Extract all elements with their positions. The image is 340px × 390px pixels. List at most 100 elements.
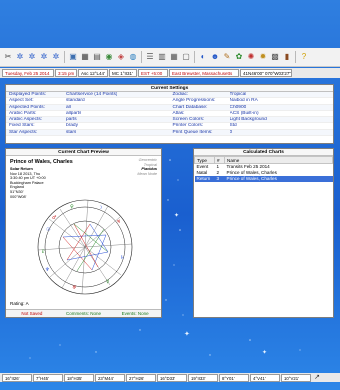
svg-text:✦: ✦ xyxy=(262,349,267,356)
setting-value: ACS (Built-in) xyxy=(229,110,259,116)
setting-value: Naibod in RA xyxy=(229,98,258,104)
book-icon[interactable]: ▮ xyxy=(282,52,292,62)
setting-label: Star Aspects: xyxy=(9,129,38,135)
setting-label: Printer Colors: xyxy=(172,123,204,129)
palette-icon[interactable]: ◈ xyxy=(116,52,126,62)
table-header-row: Type # Name xyxy=(194,156,333,164)
preview-status-bar: Not Saved Comments: None Events: None xyxy=(6,309,161,317)
svg-text:♄: ♄ xyxy=(120,255,124,261)
setting-value: allparts xyxy=(66,110,82,116)
window-icon[interactable]: ▦ xyxy=(80,52,90,62)
setting-label: Screen Colors: xyxy=(172,117,205,123)
mars-position: 27°H26' xyxy=(126,373,156,382)
setting-value: Light Background xyxy=(229,117,267,123)
coordinates-field: 41N46'00" 070°W03'27" xyxy=(240,69,292,77)
setting-label: Angle Progressions: xyxy=(172,98,216,104)
row-number: 3 xyxy=(214,175,225,182)
calendar-icon[interactable]: ▥ xyxy=(157,52,167,62)
setting-value: parts xyxy=(66,117,77,123)
setting-row[interactable]: Star Aspects: stars xyxy=(6,129,170,137)
setting-label: Aspected Points: xyxy=(9,104,45,110)
folder-icon[interactable]: ▣ xyxy=(68,52,78,62)
toolbar-divider xyxy=(64,51,65,63)
calc-title: Calculated Charts xyxy=(194,149,333,156)
chart-info-bar: Tuesday, Feb 25 2014 3:15 pm Asc 12°L44'… xyxy=(0,68,340,78)
setting-label: Displayed Points: xyxy=(9,92,47,97)
settings-left-column: Displayed Points: Chartservice (14 Points… xyxy=(6,92,170,137)
star-icon[interactable]: ✹ xyxy=(258,52,268,62)
calculated-charts-table: Type # Name Event 1 Transits Feb 25 2014… xyxy=(194,156,333,182)
row-name: Prince of Wales, Charles xyxy=(224,175,333,182)
gear-icon[interactable]: ✲ xyxy=(27,52,37,62)
toolbar-divider xyxy=(295,51,296,63)
grid-icon[interactable]: ▩ xyxy=(270,52,280,62)
jupiter-position: 16°D33' xyxy=(157,373,187,382)
chart-icon[interactable]: ◐ xyxy=(198,52,208,62)
arrow-icon[interactable]: ↗ xyxy=(312,373,322,383)
settings-right-column: Zodiac: Tropical Angle Progressions: Naibo… xyxy=(169,92,333,137)
setting-value: stars xyxy=(66,129,77,135)
setting-value: Chartservice (14 Points) xyxy=(66,92,118,97)
grid-icon[interactable]: ▤ xyxy=(92,52,102,62)
row-type: Return xyxy=(194,175,215,182)
neptune-position: 4°V41' xyxy=(250,373,280,382)
user-icon[interactable]: ☻ xyxy=(210,52,220,62)
wheel-icon[interactable]: ✺ xyxy=(246,52,256,62)
setting-value: 0 xyxy=(229,129,233,135)
globe-icon[interactable]: ◍ xyxy=(128,52,138,62)
chart-icon[interactable]: ◉ xyxy=(104,52,114,62)
chart-details: Solar Return Nov 18 2013, Thu 3:30:40 pm… xyxy=(10,167,46,199)
svg-text:☿: ☿ xyxy=(106,279,109,285)
uranus-position: 8°Y01' xyxy=(219,373,249,382)
help-icon[interactable]: ? xyxy=(299,52,309,62)
pencil-icon[interactable]: ✎ xyxy=(222,52,232,62)
gear-icon[interactable]: ✲ xyxy=(39,52,49,62)
setting-label: Chart Database: xyxy=(172,104,208,110)
chart-center: Geocentric xyxy=(138,158,157,162)
table-icon[interactable]: ▦ xyxy=(169,52,179,62)
timezone-field[interactable]: EST +5:00 xyxy=(138,69,168,77)
settings-icon[interactable]: ✿ xyxy=(234,52,244,62)
venus-position: 23°M44' xyxy=(95,373,125,382)
toolbar-divider xyxy=(194,51,195,63)
setting-label: Aspect Set: xyxy=(9,98,34,104)
svg-text:✦: ✦ xyxy=(184,330,190,338)
document-icon[interactable]: ▢ xyxy=(181,52,191,62)
chart-wheel[interactable]: ☉ ♂ ♀ ☽ ♃ ♄ ☿ ♅ ♆ ♇ xyxy=(32,197,138,297)
column-type[interactable]: Type xyxy=(194,156,215,164)
planet-positions-bar: 16°II26' 7°H45' 18°H35' 23°M44' 27°H26' … xyxy=(0,373,340,382)
column-name[interactable]: Name xyxy=(224,156,333,164)
sun-position: 16°II26' xyxy=(2,373,32,382)
gear-icon[interactable]: ✲ xyxy=(51,52,61,62)
date-field[interactable]: Tuesday, Feb 25 2014 xyxy=(2,69,54,77)
svg-text:♅: ♅ xyxy=(72,285,76,291)
setting-value: Std xyxy=(229,123,237,129)
time-field[interactable]: 3:15 pm xyxy=(55,69,77,77)
setting-value: all xyxy=(66,104,71,110)
setting-label: Atlas: xyxy=(172,110,185,116)
comments-status[interactable]: Comments: None xyxy=(58,310,110,317)
moon-position: 7°H45' xyxy=(33,373,63,382)
saturn-position: 19°II33' xyxy=(188,373,218,382)
chart-rating: Rating: A xyxy=(10,301,29,306)
events-status[interactable]: Events: None xyxy=(109,310,161,317)
toolbar-divider xyxy=(141,51,142,63)
chart-preview-panel[interactable]: Current Chart Preview Prince of Wales, C… xyxy=(5,148,162,318)
gear-icon[interactable]: ✲ xyxy=(15,52,25,62)
setting-row[interactable]: Print Queue Items: 0 xyxy=(169,129,333,137)
main-toolbar: ✂ ✲ ✲ ✲ ✲ ▣ ▦ ▤ ◉ ◈ ◍ ☰ ▥ ▦ ▢ ◐ ☻ ✎ ✿ ✺ … xyxy=(0,48,340,67)
setting-value: brady xyxy=(66,123,78,129)
calculated-charts-panel: Calculated Charts Type # Name Event 1 Tr… xyxy=(193,148,334,318)
ascendant-field: Asc 12°L44' xyxy=(78,69,108,77)
list-icon[interactable]: ☰ xyxy=(145,52,155,62)
column-number[interactable]: # xyxy=(214,156,225,164)
svg-text:♇: ♇ xyxy=(41,249,45,255)
svg-text:✦: ✦ xyxy=(174,212,179,219)
location-field[interactable]: East Brewster, Massachusetts xyxy=(169,69,239,77)
svg-text:♂: ♂ xyxy=(52,215,56,221)
svg-text:☉: ☉ xyxy=(46,227,50,233)
chart-person-name: Prince of Wales, Charles xyxy=(10,159,73,165)
table-row-selected[interactable]: Return 3 Prince of Wales, Charles xyxy=(194,175,333,182)
scissors-icon[interactable]: ✂ xyxy=(3,52,13,62)
current-settings-panel: Current Settings Displayed Points: Charts… xyxy=(5,84,334,144)
